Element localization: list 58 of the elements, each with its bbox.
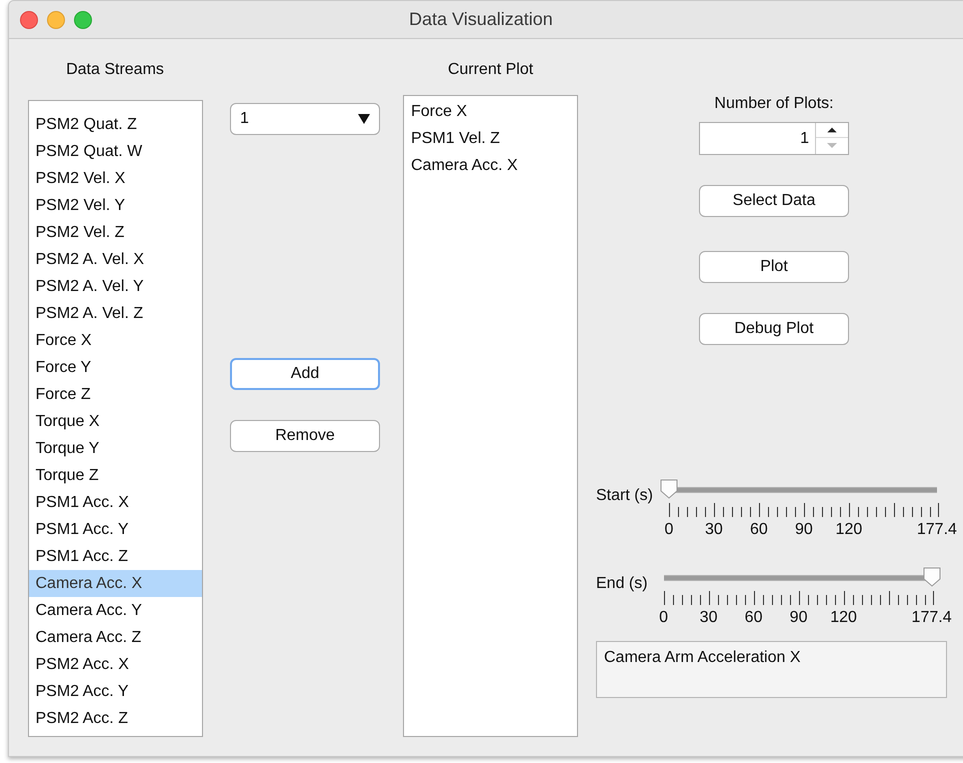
tick-label: 30: [700, 609, 718, 627]
list-item[interactable]: PSM2 A. Vel. Z: [28, 300, 202, 327]
list-item[interactable]: PSM2 Acc. Z: [28, 705, 202, 732]
list-item[interactable]: PSM2 Vel. Y: [28, 192, 202, 219]
remove-button[interactable]: Remove: [230, 420, 380, 452]
minimize-button[interactable]: [47, 10, 65, 28]
list-item[interactable]: PSM2 Acc. Y: [28, 678, 202, 705]
tick-label: 0: [664, 521, 674, 539]
list-heading: Current Plot: [448, 60, 534, 80]
description-box: Camera Arm Acceleration X: [596, 641, 947, 698]
list-item[interactable]: PSM2 Vel. Z: [28, 219, 202, 246]
list-item[interactable]: PSM2 A. Vel. Y: [28, 273, 202, 300]
list-item[interactable]: PSM2 Quat. W: [28, 138, 202, 165]
slider-label: Start (s): [596, 486, 653, 506]
list-item[interactable]: PSM2 Vel. X: [28, 165, 202, 192]
window-title: Data Visualization: [409, 8, 553, 31]
list-item[interactable]: Camera Acc. X: [404, 152, 577, 179]
action-button[interactable]: Select Data: [699, 185, 849, 217]
list-item[interactable]: Force Y: [28, 354, 202, 381]
list-item[interactable]: PSM2 A. Vel. X: [28, 246, 202, 273]
list-item[interactable]: PSM1 Acc. X: [28, 489, 202, 516]
list-item[interactable]: Torque Y: [28, 435, 202, 462]
tick-label: 177.4: [912, 609, 952, 627]
dropdown-arrow-icon: [358, 114, 370, 124]
list-item[interactable]: Force Z: [28, 381, 202, 408]
list-heading: Data Streams: [66, 60, 164, 80]
list-item[interactable]: Force X: [28, 327, 202, 354]
list-item[interactable]: PSM1 Vel. Z: [404, 125, 577, 152]
list-item[interactable]: Camera Acc. X: [28, 570, 202, 597]
tick-label: 120: [836, 521, 862, 539]
tick-label: 60: [744, 609, 762, 627]
list-item[interactable]: Camera Acc. Y: [28, 597, 202, 624]
tick-label: 90: [795, 521, 813, 539]
tick-label: 90: [790, 609, 808, 627]
add-button[interactable]: Add: [230, 358, 380, 390]
close-button[interactable]: [20, 10, 38, 28]
tick-label: 0: [659, 609, 668, 627]
tick-label: 177.4: [916, 521, 957, 539]
action-button[interactable]: Debug Plot: [699, 313, 849, 345]
slider-thumb[interactable]: [922, 567, 941, 587]
list-item[interactable]: Torque Z: [28, 462, 202, 489]
list-item[interactable]: PSM1 Acc. Z: [28, 543, 202, 570]
number-of-plots-spinner[interactable]: 1: [699, 122, 849, 155]
list-item[interactable]: Camera Acc. Z: [28, 624, 202, 651]
slider-label: End (s): [596, 574, 648, 594]
tick-label: 120: [830, 609, 857, 627]
list-item[interactable]: Torque X: [28, 408, 202, 435]
list-item[interactable]: PSM1 Acc. Y: [28, 516, 202, 543]
plot-dropdown[interactable]: 1: [230, 103, 380, 135]
slider-thumb[interactable]: [660, 479, 678, 499]
tick-label: 30: [705, 521, 723, 539]
number-of-plots-label: Number of Plots:: [714, 94, 834, 114]
zoom-button[interactable]: [74, 10, 92, 28]
action-button[interactable]: Plot: [699, 251, 849, 283]
tick-label: 60: [750, 521, 768, 539]
list-item[interactable]: Force X: [404, 98, 577, 125]
list-item[interactable]: PSM2 Quat. Z: [28, 111, 202, 138]
list-item[interactable]: PSM2 Acc. X: [28, 651, 202, 678]
